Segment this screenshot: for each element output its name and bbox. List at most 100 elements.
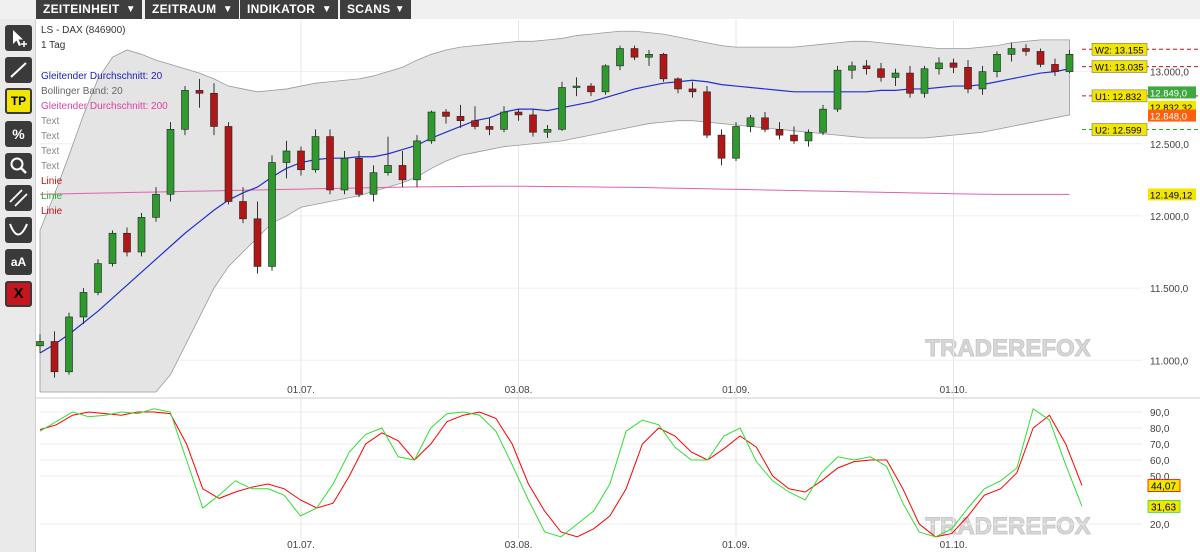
legend-item[interactable]: Bollinger Band: 20	[41, 84, 123, 99]
candle-body	[166, 129, 175, 195]
candle-body	[819, 108, 827, 133]
candle-body	[703, 91, 711, 136]
candle-body	[630, 48, 639, 58]
level-label: U1: 12.832	[1095, 92, 1141, 103]
candle-body	[717, 134, 726, 159]
legend-item[interactable]: Linie	[41, 174, 62, 189]
candle-body	[355, 157, 363, 195]
oscillator-y-tick: 20,0	[1150, 520, 1170, 531]
candle-body	[311, 136, 320, 171]
candle-body	[601, 65, 610, 93]
candle-body	[833, 69, 842, 110]
x-tick-label: 01.09.	[722, 385, 750, 396]
candle-body	[456, 116, 465, 121]
y-tick-label: 11.500,0	[1150, 284, 1189, 295]
candle-body	[761, 117, 769, 130]
candle-body	[398, 165, 407, 181]
candle-body	[775, 129, 784, 136]
candle-body	[152, 193, 160, 218]
candle-body	[427, 111, 436, 142]
candle-body	[804, 131, 813, 142]
level-label: W1: 13.035	[1095, 63, 1144, 74]
candle-body	[137, 217, 146, 253]
x-tick-label: 03.08.	[505, 385, 533, 396]
candle-body	[36, 341, 44, 347]
candle-body	[993, 54, 1001, 72]
x-tick-label: 01.07.	[287, 540, 315, 551]
candle-body	[369, 172, 378, 195]
candle-body	[529, 114, 537, 133]
candle-body	[471, 120, 479, 127]
price-tag: 12.848,0	[1150, 112, 1187, 123]
candle-body	[268, 162, 276, 267]
legend-item[interactable]: Text	[41, 114, 59, 129]
candle-body	[964, 66, 972, 90]
candle-body	[340, 157, 349, 191]
y-tick-label: 13.000,0	[1150, 68, 1189, 79]
candle-body	[210, 92, 218, 127]
candle-body	[239, 201, 247, 220]
y-tick-label: 12.500,0	[1150, 140, 1189, 151]
instrument-title: LS - DAX (846900)	[41, 25, 126, 36]
candle-body	[1065, 54, 1074, 72]
chart-canvas[interactable]: TRADEREFOX TRADEREFOX W2: 13.155 W1: 13.03…	[0, 0, 1200, 552]
candle-body	[891, 72, 900, 78]
candle-body	[50, 341, 59, 373]
legend-item[interactable]: Gleitender Durchschnitt: 20	[41, 69, 162, 84]
oscillator-value: 31,63	[1151, 502, 1176, 513]
oscillator-y-tick: 80,0	[1150, 424, 1170, 435]
candle-body	[224, 126, 233, 202]
legend-item[interactable]: Text	[41, 159, 59, 174]
bollinger-band	[39, 30, 1070, 393]
candle-body	[862, 65, 871, 70]
watermark-text: TRADEREFOX	[925, 513, 1090, 540]
candle-body	[65, 316, 73, 373]
x-tick-label: 01.07.	[287, 385, 315, 396]
candle-body	[1022, 48, 1030, 52]
candle-body	[514, 111, 523, 116]
legend-item[interactable]: Linie	[41, 189, 62, 204]
candle-body	[413, 140, 421, 181]
watermark-text: TRADEREFOX	[925, 335, 1090, 362]
candle-body	[1051, 64, 1059, 72]
candle-body	[949, 62, 958, 68]
timeframe-label: 1 Tag	[41, 40, 66, 51]
candle-body	[674, 78, 682, 90]
bollinger-band-area	[39, 30, 1070, 393]
legend-item[interactable]: Gleitender Durchschnitt: 200	[41, 99, 168, 114]
legend-item[interactable]: Linie	[41, 204, 62, 219]
legend-item[interactable]: Text	[41, 129, 59, 144]
candle-body	[94, 263, 102, 293]
candle-body	[485, 126, 494, 130]
candle-body	[572, 85, 581, 88]
candle-body	[500, 111, 508, 130]
candle-body	[442, 111, 450, 117]
level-label: U2: 12.599	[1095, 125, 1141, 136]
candle-body	[645, 54, 653, 58]
candle-body	[732, 126, 740, 159]
price-tag: 12.849,0	[1150, 88, 1187, 99]
candle-body	[746, 117, 755, 127]
candle-body	[297, 150, 305, 171]
candle-body	[79, 292, 88, 318]
oscillator-y-tick: 90,0	[1150, 408, 1170, 419]
x-tick-label: 01.10.	[940, 385, 968, 396]
candle-body	[558, 87, 566, 130]
watermark: TRADEREFOX TRADEREFOX	[925, 335, 1091, 541]
candle-body	[543, 129, 552, 133]
y-tick-label: 12.000,0	[1150, 212, 1189, 223]
x-tick-label: 01.10.	[940, 540, 968, 551]
level-label: W2: 13.155	[1095, 45, 1144, 56]
candle-body	[877, 68, 885, 78]
candle-body	[1036, 51, 1045, 65]
legend-item[interactable]: Text	[41, 144, 59, 159]
x-tick-label: 03.08.	[505, 540, 533, 551]
candle-body	[195, 90, 204, 94]
candle-body	[978, 71, 987, 90]
candle-body	[688, 88, 697, 93]
candle-body	[587, 85, 595, 93]
oscillator-y-tick: 60,0	[1150, 456, 1170, 467]
candle-body	[920, 68, 929, 94]
y-tick-label: 11.000,0	[1150, 356, 1189, 367]
candle-body	[935, 62, 943, 70]
